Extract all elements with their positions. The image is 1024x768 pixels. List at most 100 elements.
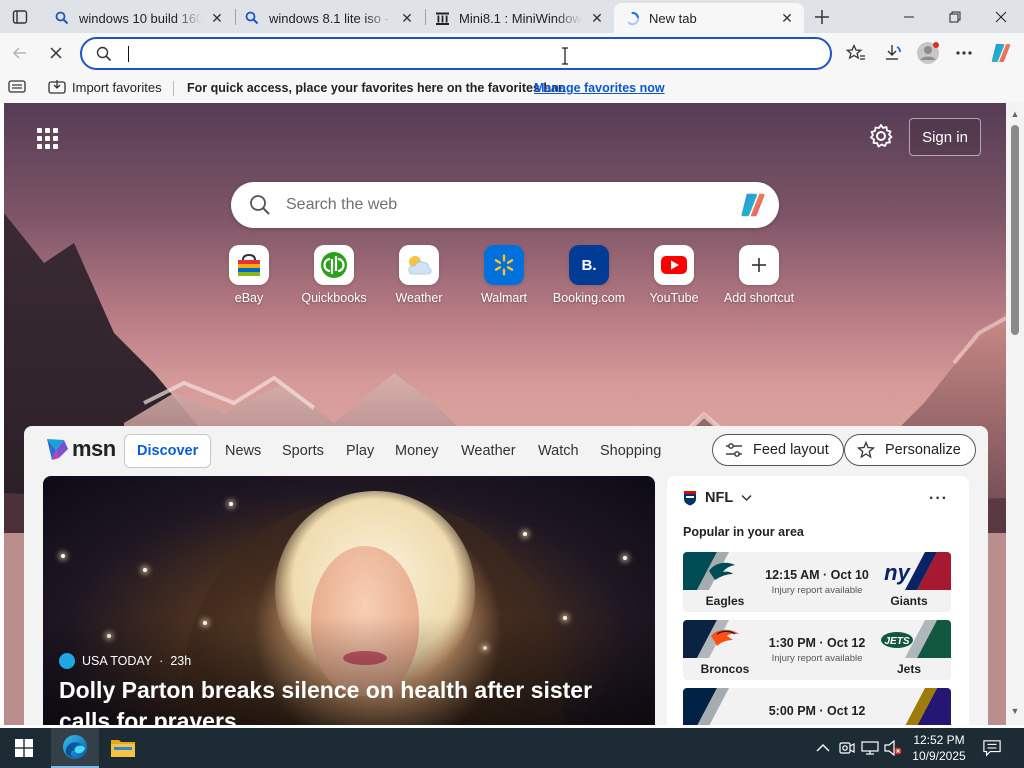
copilot-button[interactable] (986, 39, 1016, 67)
shortcut-quickbooks[interactable]: Quickbooks (291, 245, 377, 305)
gear-icon (870, 124, 893, 148)
feed-tab-sports[interactable]: Sports (282, 434, 324, 468)
feed-tab-play[interactable]: Play (346, 434, 374, 468)
more-options-icon[interactable]: ··· (929, 490, 948, 508)
sparkle-icon (143, 568, 147, 572)
tab-close-button[interactable]: ✕ (588, 9, 606, 27)
feed-layout-button[interactable]: Feed layout (712, 434, 844, 466)
feed-tab-money[interactable]: Money (395, 434, 439, 468)
tab-close-button[interactable]: ✕ (208, 9, 226, 27)
favorites-bar: Import favorites For quick access, place… (0, 73, 1024, 103)
new-tab-button[interactable] (808, 4, 836, 30)
restore-button[interactable] (932, 0, 978, 33)
taskbar-edge[interactable] (51, 728, 99, 768)
tray-network[interactable] (861, 739, 879, 757)
tray-meet-now[interactable] (838, 739, 856, 757)
favorites-button[interactable] (841, 39, 871, 67)
notification-icon (983, 740, 1001, 757)
shortcut-add[interactable]: Add shortcut (716, 245, 802, 305)
clock-time: 12:52 PM (913, 733, 965, 747)
feed-tab-news[interactable]: News (225, 434, 261, 468)
sidebar-toggle-icon[interactable] (8, 80, 26, 97)
action-center-button[interactable] (983, 739, 1001, 757)
nfl-scores-card: NFL ··· Popular in your area ny 12:15 AM… (667, 476, 969, 725)
address-input[interactable] (126, 43, 806, 65)
copilot-icon[interactable] (737, 190, 769, 225)
manage-favorites-link[interactable]: Manage favorites now (534, 81, 665, 95)
text-caret (128, 46, 129, 62)
web-search-box[interactable]: Search the web (231, 182, 779, 228)
system-clock[interactable]: 12:52 PM 10/9/2025 (904, 732, 974, 764)
scroll-down-arrow-icon[interactable]: ▼ (1010, 706, 1020, 716)
page-settings-button[interactable] (868, 123, 894, 149)
tab-actions-button[interactable] (6, 4, 34, 30)
text-cursor-icon (560, 47, 570, 70)
hero-article-card[interactable]: USA TODAY · 23h Dolly Parton breaks sile… (43, 476, 655, 725)
tab-new-tab[interactable]: New tab ✕ (614, 3, 804, 33)
stop-loading-button[interactable] (42, 39, 70, 67)
import-favorites-button[interactable]: Import favorites (48, 79, 162, 95)
tab-close-button[interactable]: ✕ (778, 9, 796, 27)
booking-icon: B. (569, 245, 609, 285)
nfl-league-selector[interactable]: NFL (683, 490, 752, 506)
import-favorites-label: Import favorites (72, 79, 162, 95)
personalize-button[interactable]: Personalize (844, 434, 976, 466)
nfl-shield-icon (684, 491, 696, 506)
hero-source: USA TODAY · 23h (59, 653, 191, 669)
shortcut-booking[interactable]: B. Booking.com (546, 245, 632, 305)
sign-in-button[interactable]: Sign in (909, 118, 981, 156)
page-scrollbar[interactable]: ▲ ▼ (1006, 103, 1024, 725)
shortcut-ebay[interactable]: eBay (206, 245, 292, 305)
game-note: Injury report available (771, 653, 863, 664)
game-note: Injury report available (771, 585, 863, 596)
shortcut-youtube[interactable]: YouTube (631, 245, 717, 305)
back-button[interactable] (6, 39, 34, 67)
scrollbar-thumb[interactable] (1011, 125, 1019, 335)
close-icon (50, 47, 62, 59)
giants-team-logo: ny (884, 552, 951, 590)
profile-button[interactable] (913, 39, 943, 67)
feed-tab-shopping[interactable]: Shopping (600, 434, 661, 468)
minimize-button[interactable] (886, 0, 932, 33)
game-time: 12:15 AM · Oct 10 (765, 568, 869, 582)
hero-headline[interactable]: Dolly Parton breaks silence on health af… (59, 675, 649, 725)
shortcut-label: Add shortcut (723, 291, 795, 305)
web-search-placeholder: Search the web (286, 196, 398, 213)
msn-feed: msn Discover News Sports Play Money Weat… (24, 426, 988, 725)
shortcut-label: Booking.com (552, 291, 626, 305)
plus-icon (739, 245, 779, 285)
clock-date: 10/9/2025 (912, 749, 966, 763)
tab-close-button[interactable]: ✕ (398, 9, 416, 27)
broncos-team-logo (683, 620, 739, 658)
feed-tab-discover[interactable]: Discover (124, 434, 212, 468)
address-bar[interactable] (80, 37, 832, 70)
apps-launcher-button[interactable] (34, 125, 62, 153)
folder-icon (111, 740, 135, 757)
plus-icon (815, 10, 829, 24)
search-icon (244, 10, 260, 26)
feed-tab-weather[interactable]: Weather (461, 434, 516, 468)
game-row[interactable]: JETS 1:30 PM · Oct 12 Injury report avai… (683, 620, 951, 680)
msn-wordmark: msn (72, 436, 116, 461)
tab-windows-10-build[interactable]: windows 10 build 1607 ✕ (44, 3, 234, 33)
game-row[interactable]: 5:00 PM · Oct 12 (683, 688, 951, 725)
taskbar-file-explorer[interactable] (99, 728, 147, 768)
tab-mini81[interactable]: Mini8.1 : MiniWindows : ✕ (424, 3, 614, 33)
shortcut-weather[interactable]: Weather (376, 245, 462, 305)
start-button[interactable] (4, 728, 44, 768)
msn-logo[interactable]: msn (44, 436, 116, 462)
sparkle-icon (623, 556, 627, 560)
downloads-button[interactable] (878, 39, 908, 67)
tray-volume[interactable] (884, 739, 902, 757)
settings-and-more-button[interactable] (949, 39, 979, 67)
search-icon (54, 10, 70, 26)
game-row[interactable]: ny 12:15 AM · Oct 10 Injury report avail… (683, 552, 951, 612)
feed-tab-watch[interactable]: Watch (538, 434, 579, 468)
team-logo (683, 688, 729, 725)
tab-windows-81-lite[interactable]: windows 8.1 lite iso - Se ✕ (234, 3, 424, 33)
team-logo (905, 688, 951, 725)
show-hidden-icons-button[interactable] (814, 739, 832, 757)
scroll-up-arrow-icon[interactable]: ▲ (1010, 109, 1020, 119)
shortcut-walmart[interactable]: Walmart (461, 245, 547, 305)
close-window-button[interactable] (978, 0, 1024, 33)
